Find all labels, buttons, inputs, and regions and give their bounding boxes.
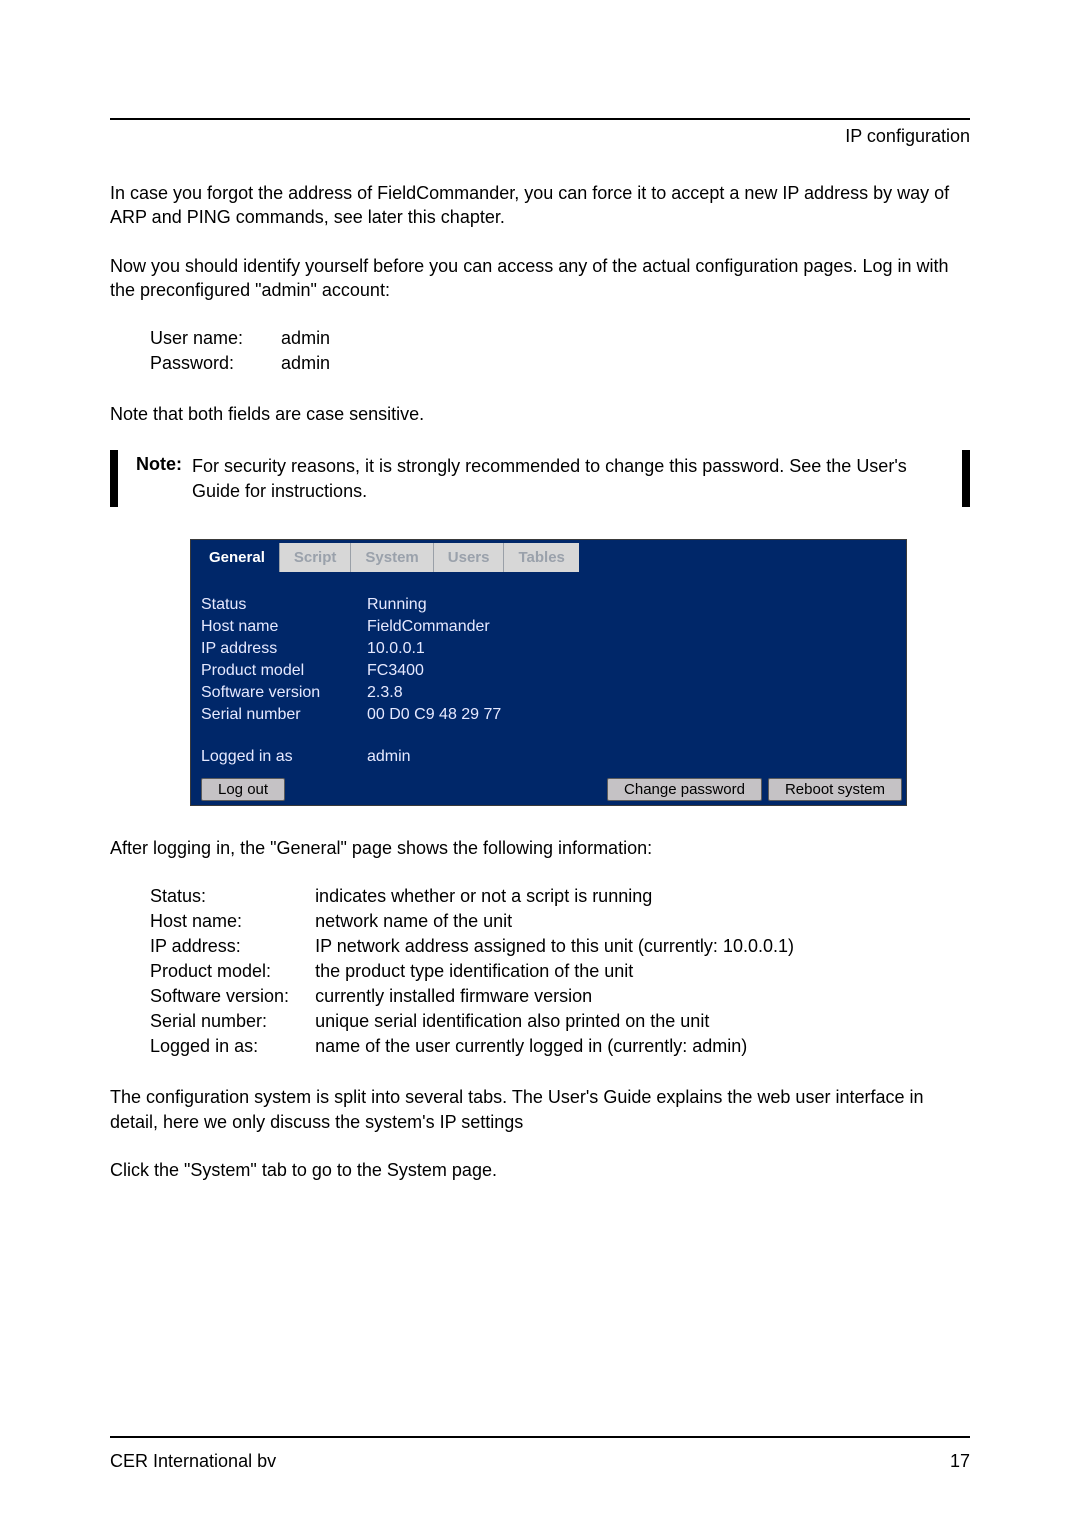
credentials-pass-value: admin bbox=[281, 353, 366, 376]
credentials-user-value: admin bbox=[281, 328, 366, 351]
info-val: network name of the unit bbox=[315, 911, 818, 934]
model-row: Product model FC3400 bbox=[201, 660, 896, 682]
ip-row: IP address 10.0.0.1 bbox=[201, 638, 896, 660]
ip-label: IP address bbox=[201, 640, 361, 658]
version-row: Software version 2.3.8 bbox=[201, 682, 896, 704]
tab-system[interactable]: System bbox=[351, 543, 433, 572]
info-key: Software version: bbox=[150, 986, 313, 1009]
info-row: Logged in as: name of the user currently… bbox=[150, 1036, 818, 1059]
credentials-pass-label: Password: bbox=[150, 353, 279, 376]
hostname-row: Host name FieldCommander bbox=[201, 616, 896, 638]
tab-users[interactable]: Users bbox=[434, 543, 505, 572]
info-row: Product model: the product type identifi… bbox=[150, 961, 818, 984]
logged-in-value: admin bbox=[367, 748, 411, 766]
note-left-bar bbox=[110, 450, 118, 507]
info-key: Product model: bbox=[150, 961, 313, 984]
paragraph: After logging in, the "General" page sho… bbox=[110, 836, 970, 860]
paragraph: Click the "System" tab to go to the Syst… bbox=[110, 1158, 970, 1182]
info-val: unique serial identification also printe… bbox=[315, 1011, 818, 1034]
note-block: Note: For security reasons, it is strong… bbox=[110, 450, 970, 507]
paragraph: Note that both fields are case sensitive… bbox=[110, 402, 970, 426]
info-key: Status: bbox=[150, 886, 313, 909]
version-value: 2.3.8 bbox=[367, 684, 403, 702]
logged-in-label: Logged in as bbox=[201, 748, 361, 766]
paragraph: In case you forgot the address of FieldC… bbox=[110, 181, 970, 230]
info-val: name of the user currently logged in (cu… bbox=[315, 1036, 818, 1059]
info-val: IP network address assigned to this unit… bbox=[315, 936, 818, 959]
model-label: Product model bbox=[201, 662, 361, 680]
info-row: Serial number: unique serial identificat… bbox=[150, 1011, 818, 1034]
footer-left: CER International bv bbox=[110, 1451, 276, 1472]
info-val: indicates whether or not a script is run… bbox=[315, 886, 818, 909]
general-page-screenshot: General Script System Users Tables Statu… bbox=[190, 539, 907, 806]
tab-tables[interactable]: Tables bbox=[504, 543, 578, 572]
serial-row: Serial number 00 D0 C9 48 29 77 bbox=[201, 704, 896, 726]
page-header-title: IP configuration bbox=[110, 126, 970, 147]
info-row: IP address: IP network address assigned … bbox=[150, 936, 818, 959]
reboot-button[interactable]: Reboot system bbox=[768, 778, 902, 801]
info-val: the product type identification of the u… bbox=[315, 961, 818, 984]
info-key: Serial number: bbox=[150, 1011, 313, 1034]
info-table: Status: indicates whether or not a scrip… bbox=[148, 884, 820, 1061]
footer-page-number: 17 bbox=[950, 1451, 970, 1472]
note-text: For security reasons, it is strongly rec… bbox=[192, 454, 944, 503]
tab-script[interactable]: Script bbox=[280, 543, 352, 572]
status-label: Status bbox=[201, 596, 361, 614]
info-row: Host name: network name of the unit bbox=[150, 911, 818, 934]
logout-button[interactable]: Log out bbox=[201, 778, 285, 801]
version-label: Software version bbox=[201, 684, 361, 702]
info-row: Software version: currently installed fi… bbox=[150, 986, 818, 1009]
logged-in-row: Logged in as admin bbox=[201, 746, 896, 768]
serial-label: Serial number bbox=[201, 706, 361, 724]
status-row: Status Running bbox=[201, 594, 896, 616]
credentials-table: User name: admin Password: admin bbox=[148, 326, 368, 378]
change-password-button[interactable]: Change password bbox=[607, 778, 762, 801]
tab-bar: General Script System Users Tables bbox=[191, 540, 906, 572]
paragraph: The configuration system is split into s… bbox=[110, 1085, 970, 1134]
serial-value: 00 D0 C9 48 29 77 bbox=[367, 706, 501, 724]
info-key: IP address: bbox=[150, 936, 313, 959]
info-row: Status: indicates whether or not a scrip… bbox=[150, 886, 818, 909]
hostname-value: FieldCommander bbox=[367, 618, 490, 636]
ip-value: 10.0.0.1 bbox=[367, 640, 425, 658]
credentials-user-label: User name: bbox=[150, 328, 279, 351]
model-value: FC3400 bbox=[367, 662, 424, 680]
info-val: currently installed firmware version bbox=[315, 986, 818, 1009]
paragraph: Now you should identify yourself before … bbox=[110, 254, 970, 303]
status-value: Running bbox=[367, 596, 427, 614]
hostname-label: Host name bbox=[201, 618, 361, 636]
info-key: Host name: bbox=[150, 911, 313, 934]
note-label: Note: bbox=[136, 454, 182, 503]
tab-general[interactable]: General bbox=[195, 543, 280, 572]
info-key: Logged in as: bbox=[150, 1036, 313, 1059]
note-right-bar bbox=[962, 450, 970, 507]
